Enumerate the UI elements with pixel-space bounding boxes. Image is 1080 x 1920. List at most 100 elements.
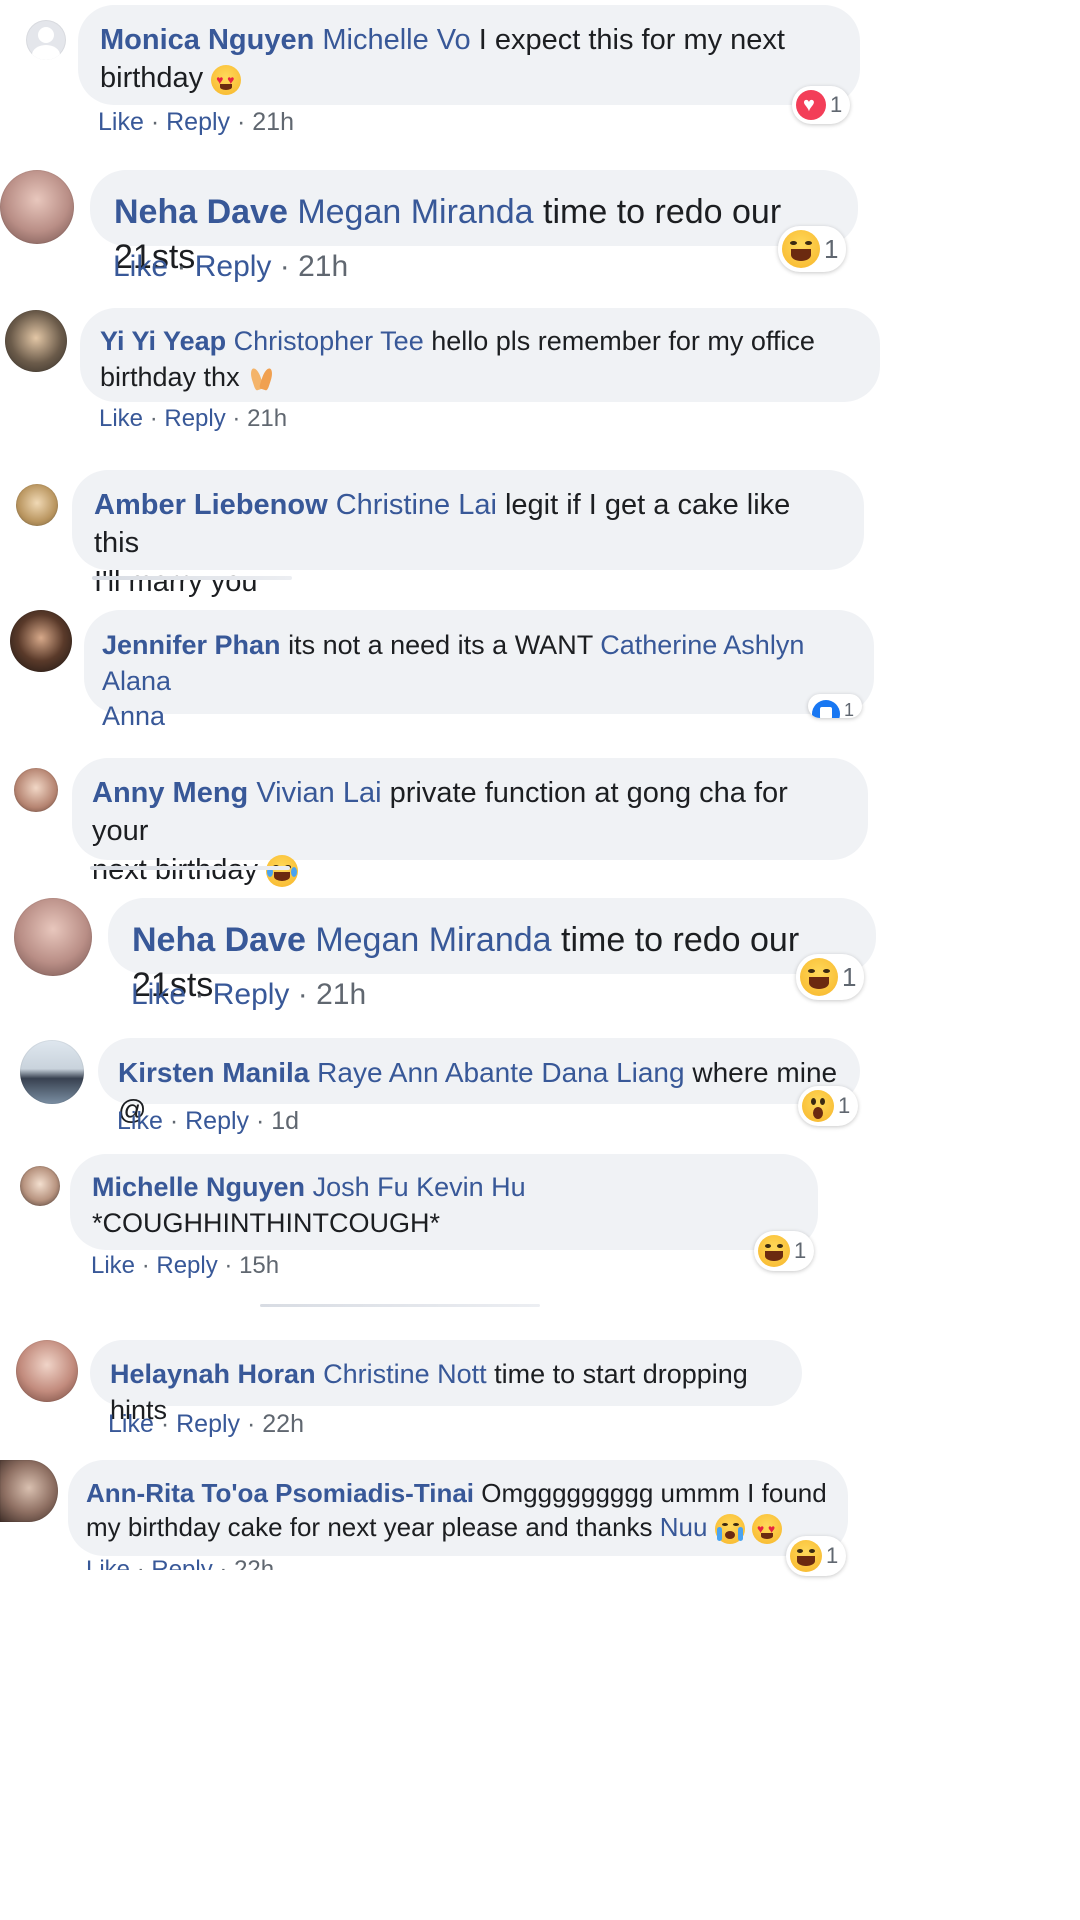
cropped-actions-row (92, 576, 292, 580)
reaction-count: 1 (824, 233, 839, 264)
comment-timestamp[interactable]: 21h (316, 978, 366, 1011)
comment-text-line2: birthday thx (100, 361, 240, 392)
reply-link[interactable]: Reply (213, 978, 290, 1011)
comment-author[interactable]: Jennifer Phan (102, 630, 281, 660)
comment-actions: Like · Reply · 21h (99, 405, 288, 432)
comment-author[interactable]: Yi Yi Yeap (100, 326, 226, 356)
avatar[interactable] (10, 610, 72, 672)
reply-link[interactable]: Reply (156, 1252, 217, 1279)
comment-bubble: Neha Dave Megan Miranda time to redo our… (108, 898, 876, 1004)
avatar[interactable] (20, 1166, 60, 1206)
comment-text: its not a need its a WANT (288, 630, 593, 660)
avatar[interactable] (16, 1340, 78, 1402)
tagged-user[interactable]: Christine Nott (323, 1359, 487, 1389)
comment-timestamp[interactable]: 22h (262, 1410, 304, 1438)
comment-author[interactable]: Ann-Rita To'oa Psomiadis-Tinai (86, 1478, 474, 1508)
reaction-count: 1 (794, 1238, 807, 1263)
tears-of-joy-emoji-icon (266, 854, 299, 887)
reaction-count: 1 (826, 1543, 839, 1568)
like-link[interactable]: Like (99, 405, 143, 432)
comment-bubble: Ann-Rita To'oa Psomiadis-Tinai Omggggggg… (68, 1460, 848, 1556)
reply-link[interactable]: Reply (176, 1410, 240, 1438)
tagged-user[interactable]: Christine Lai (336, 489, 497, 521)
like-link[interactable]: Like (117, 1107, 163, 1135)
tagged-user[interactable]: Nuu (660, 1512, 708, 1542)
comment-author[interactable]: Kirsten Manila (118, 1057, 309, 1088)
reaction-summary[interactable]: 1 (754, 1231, 815, 1271)
comment-text-line2: birthday (100, 62, 204, 95)
comment-text-line2: my birthday cake for next year please an… (86, 1512, 653, 1543)
reaction-count: 1 (830, 92, 843, 117)
tagged-user[interactable]: Josh Fu Kevin Hu (313, 1172, 526, 1202)
avatar[interactable] (0, 170, 74, 244)
tagged-user[interactable]: Raye Ann Abante Dana Liang (317, 1057, 684, 1088)
love-reaction-icon: ♥ (796, 90, 826, 120)
avatar[interactable] (20, 1040, 84, 1104)
comment-author[interactable]: Amber Liebenow (94, 489, 328, 521)
tagged-user[interactable]: Vivian Lai (256, 777, 381, 809)
comment-timestamp[interactable]: 22h (234, 1556, 274, 1570)
reaction-summary[interactable]: ♥ 1 (792, 86, 851, 124)
like-link[interactable]: Like (86, 1556, 130, 1570)
comment-timestamp[interactable]: 21h (252, 108, 294, 136)
cropped-actions-row (90, 866, 290, 870)
comment-bubble: Kirsten Manila Raye Ann Abante Dana Lian… (98, 1038, 860, 1125)
comment-text: hello pls remember for my office (431, 326, 815, 356)
comment-timestamp[interactable]: 21h (247, 405, 287, 432)
reaction-summary[interactable]: 1 (778, 226, 847, 272)
comment-actions: Like · Reply · 21h (131, 978, 367, 1011)
wow-reaction-icon (802, 1090, 834, 1122)
comment-text-line2: I'll marry you (94, 565, 258, 598)
avatar[interactable] (14, 768, 58, 812)
like-link[interactable]: Like (91, 1252, 135, 1279)
comment-author[interactable]: Monica Nguyen (100, 24, 314, 56)
comment-actions: Like · Reply · 21h (113, 250, 349, 283)
avatar[interactable] (5, 310, 67, 372)
avatar[interactable] (16, 484, 58, 526)
comment-text: Omggggggggg ummm I found (481, 1478, 827, 1508)
reply-link[interactable]: Reply (164, 405, 225, 432)
haha-reaction-icon (758, 1235, 790, 1267)
like-link[interactable]: Like (108, 1410, 154, 1438)
reaction-summary[interactable]: 1 (786, 1536, 847, 1576)
comment-author[interactable]: Neha Dave (114, 193, 288, 231)
heart-eyes-emoji-icon: ♥ ♥ (211, 64, 242, 95)
reply-link[interactable]: Reply (185, 1107, 249, 1135)
comment-bubble: Jennifer Phan its not a need its a WANT … (84, 610, 874, 731)
praying-hands-emoji-icon (247, 364, 277, 394)
tagged-user[interactable]: Christopher Tee (234, 326, 424, 356)
comment-author[interactable]: Helaynah Horan (110, 1359, 316, 1389)
comment-author[interactable]: Neha Dave (132, 921, 306, 959)
reply-link[interactable]: Reply (166, 108, 230, 136)
comment-timestamp[interactable]: 15h (239, 1252, 279, 1279)
avatar[interactable] (0, 1460, 58, 1522)
tagged-user-2[interactable]: Anna (102, 701, 165, 731)
tagged-user[interactable]: Megan Miranda (315, 921, 551, 959)
comment-bubble: Monica Nguyen Michelle Vo I expect this … (78, 5, 860, 105)
comment-author[interactable]: Anny Meng (92, 777, 248, 809)
comment-author[interactable]: Michelle Nguyen (92, 1172, 305, 1202)
avatar[interactable] (14, 898, 92, 976)
avatar-placeholder[interactable] (26, 20, 66, 60)
reply-link[interactable]: Reply (195, 250, 272, 283)
comment-timestamp[interactable]: 21h (298, 250, 348, 283)
tagged-user[interactable]: Michelle Vo (322, 24, 470, 56)
comment-text: I expect this for my next (478, 24, 785, 56)
like-link[interactable]: Like (98, 108, 144, 136)
reaction-count: 1 (844, 700, 855, 718)
reaction-summary[interactable]: 1 (808, 694, 863, 718)
like-link[interactable]: Like (131, 978, 186, 1011)
reaction-summary[interactable]: 1 (796, 954, 865, 1000)
cropped-row-fragment (260, 1304, 540, 1307)
comment-bubble: Neha Dave Megan Miranda time to redo our… (90, 170, 858, 276)
tagged-user[interactable]: Megan Miranda (297, 193, 533, 231)
reaction-summary[interactable]: 1 (798, 1086, 859, 1126)
reply-link[interactable]: Reply (151, 1556, 212, 1570)
haha-reaction-icon (782, 230, 820, 268)
comment-timestamp[interactable]: 1d (271, 1107, 299, 1135)
reaction-count: 1 (838, 1093, 851, 1118)
comment-bubble: Helaynah Horan Christine Nott time to st… (90, 1340, 802, 1425)
like-link[interactable]: Like (113, 250, 168, 283)
comment-actions: Like · Reply · 21h (98, 108, 294, 136)
comment-actions: Like · Reply · 22h (86, 1556, 274, 1570)
